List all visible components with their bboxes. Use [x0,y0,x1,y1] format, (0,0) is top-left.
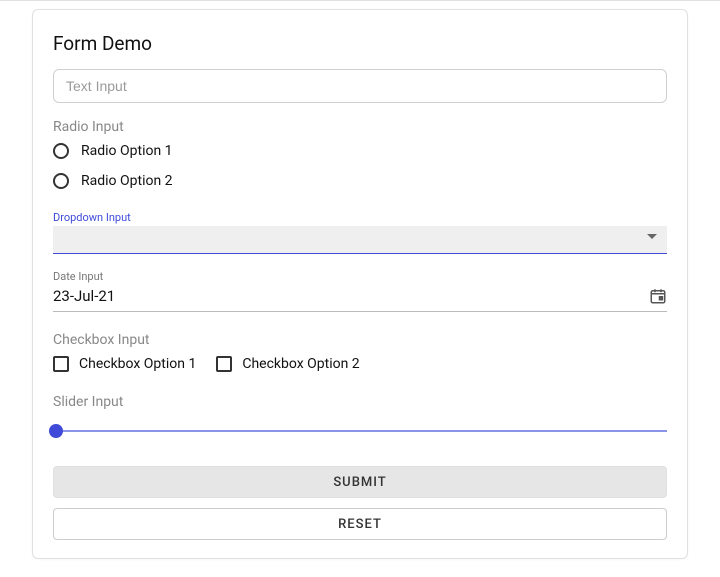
submit-button[interactable]: SUBMIT [53,466,667,498]
slider-input[interactable] [53,430,667,432]
calendar-icon [649,287,667,305]
chevron-down-icon [647,234,657,239]
checkbox-section-label: Checkbox Input [53,332,667,348]
date-label: Date Input [53,270,667,283]
slider-thumb[interactable] [49,424,63,438]
text-input[interactable] [53,69,667,103]
form-title: Form Demo [53,32,667,55]
radio-section-label: Radio Input [53,119,667,135]
checkbox-option-1[interactable]: Checkbox Option 1 [53,356,196,372]
dropdown-label: Dropdown Input [53,211,667,224]
radio-label: Radio Option 2 [81,173,173,189]
checkbox-icon [53,356,69,372]
radio-option-2[interactable]: Radio Option 2 [53,173,667,189]
reset-button[interactable]: RESET [53,508,667,540]
dropdown-input[interactable] [53,226,667,254]
checkbox-label: Checkbox Option 1 [79,356,196,372]
date-value: 23-Jul-21 [53,287,115,305]
date-input[interactable]: 23-Jul-21 [53,287,667,312]
form-card: Form Demo Radio Input Radio Option 1 Rad… [32,9,688,559]
checkbox-label: Checkbox Option 2 [242,356,359,372]
checkbox-icon [216,356,232,372]
slider-label: Slider Input [53,394,667,410]
radio-option-1[interactable]: Radio Option 1 [53,143,667,159]
radio-icon [53,173,69,189]
radio-icon [53,143,69,159]
checkbox-option-2[interactable]: Checkbox Option 2 [216,356,359,372]
radio-label: Radio Option 1 [81,143,173,159]
